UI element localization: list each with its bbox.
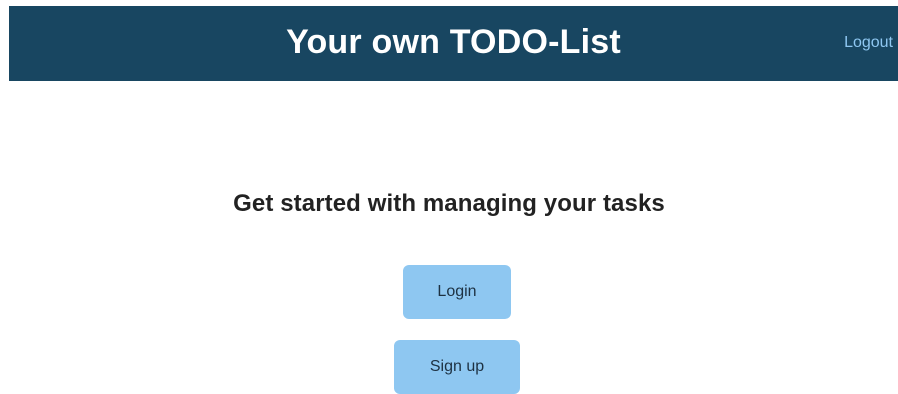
logout-link[interactable]: Logout (844, 6, 893, 81)
login-button[interactable]: Login (403, 265, 511, 319)
page-tagline: Get started with managing your tasks (233, 190, 665, 217)
app-title: Your own TODO-List (286, 23, 621, 61)
app-header: Your own TODO-List Logout (9, 6, 898, 81)
signup-button[interactable]: Sign up (394, 340, 520, 394)
